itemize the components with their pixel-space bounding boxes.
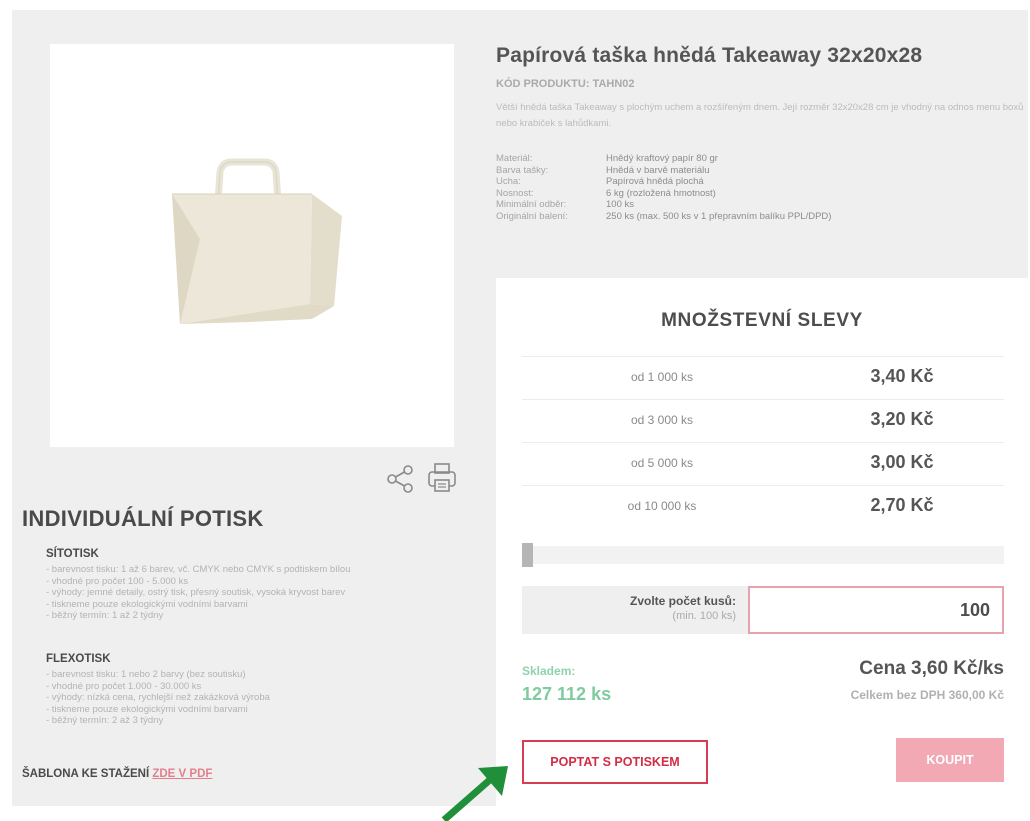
- printer-icon[interactable]: [426, 461, 458, 495]
- quantity-selector: Zvolte počet kusů: (min. 100 ks): [522, 586, 1004, 634]
- method-line: - výhody: jemné detaily, ostrý tisk, pře…: [46, 587, 346, 599]
- buy-button[interactable]: KOUPIT: [896, 738, 1004, 782]
- quantity-slider-handle[interactable]: [522, 543, 533, 567]
- total-price: Celkem bez DPH 360,00 Kč: [850, 688, 1004, 702]
- spec-row: Nosnost: 6 kg (rozložená hmotnost): [496, 188, 831, 200]
- spec-row: Materiál: Hnědý kraftový papír 80 gr: [496, 153, 831, 165]
- quantity-label: Zvolte počet kusů:: [629, 594, 736, 608]
- spec-value: 100 ks: [606, 199, 634, 210]
- method-line: - vhodné pro počet 100 - 5.000 ks: [46, 575, 189, 587]
- quantity-slider[interactable]: [522, 546, 1004, 564]
- quantity-hint: (min. 100 ks): [672, 610, 736, 622]
- product-description: Větší hnědá taška Takeaway s plochým uch…: [496, 102, 1024, 129]
- spec-key: Minimální odběr:: [496, 199, 567, 210]
- method-line: - výhody: nízká cena, rychlejší než zaká…: [46, 692, 270, 704]
- method-line: - tiskneme pouze ekologickými vodními ba…: [46, 598, 248, 610]
- spec-key: Barva tašky:: [496, 164, 549, 176]
- spec-row: Barva tašky: Hnědá v barvě materiálu: [496, 165, 831, 177]
- inquire-with-print-button[interactable]: POPTAT S POTISKEM: [522, 740, 708, 784]
- tier-price: 3,20 Kč: [870, 409, 934, 429]
- spec-key: Nosnost:: [496, 187, 534, 199]
- template-pdf-link[interactable]: ZDE V PDF: [152, 768, 212, 780]
- product-title: Papírová taška hnědá Takeaway 32x20x28: [496, 44, 923, 67]
- spec-key: Originální balení:: [496, 210, 568, 222]
- stock-label: Skladem:: [522, 664, 576, 678]
- spec-row: Ucha: Papírová hnědá plochá: [496, 176, 831, 188]
- tier-quantity: od 3 000 ks: [630, 413, 694, 427]
- spec-value: Hnědá v barvě materiálu: [606, 164, 710, 176]
- spec-value: 6 kg (rozložená hmotnost): [606, 187, 716, 199]
- spec-value: 250 ks (max. 500 ks v 1 přepravním balík…: [606, 210, 832, 222]
- product-image: [50, 44, 454, 447]
- spec-value: Hnědý kraftový papír 80 gr: [606, 153, 718, 164]
- method-line: - běžný termín: 1 až 2 týdny: [46, 610, 164, 622]
- unit-price: Cena 3,60 Kč/ks: [859, 658, 1004, 679]
- method-list-sitotisk: - barevnost tisku: 1 až 6 barev, vč. CMY…: [46, 564, 446, 622]
- method-title-sitotisk: SÍTOTISK: [46, 548, 99, 560]
- discount-tier: od 3 000 ks 3,20 Kč: [522, 399, 1004, 441]
- spec-row: Minimální odběr: 100 ks: [496, 199, 831, 211]
- method-line: - barevnost tisku: 1 až 6 barev, vč. CMY…: [46, 564, 351, 575]
- spec-row: Originální balení: 250 ks (max. 500 ks v …: [496, 211, 831, 223]
- paper-bag-illustration: [172, 158, 342, 324]
- pricing-card: MNOŽSTEVNÍ SLEVY od 1 000 ks 3,40 Kč od …: [496, 278, 1028, 806]
- tier-quantity: od 5 000 ks: [630, 456, 694, 470]
- method-line: - tiskneme pouze ekologickými vodními ba…: [46, 703, 248, 715]
- method-title-flexotisk: FLEXOTISK: [46, 653, 111, 665]
- page-panel: INDIVIDUÁLNÍ POTISK SÍTOTISK - barevnost…: [12, 10, 1028, 806]
- discount-tier: od 10 000 ks 2,70 Kč: [522, 485, 1004, 527]
- method-line: - barevnost tisku: 1 nebo 2 barvy (bez s…: [46, 669, 246, 680]
- potisk-heading: INDIVIDUÁLNÍ POTISK: [22, 506, 264, 531]
- method-line: - běžný termín: 2 až 3 týdny: [46, 715, 164, 727]
- discount-tier: od 5 000 ks 3,00 Kč: [522, 442, 1004, 484]
- template-label: ŠABLONA KE STAŽENÍ: [22, 768, 150, 780]
- spec-key: Ucha:: [496, 176, 521, 187]
- discounts-heading: MNOŽSTEVNÍ SLEVY: [661, 310, 863, 331]
- spec-key: Materiál:: [496, 153, 533, 164]
- tier-quantity: od 10 000 ks: [627, 499, 697, 513]
- spec-value: Papírová hnědá plochá: [606, 176, 704, 187]
- stock-value: 127 112 ks: [522, 684, 612, 704]
- tier-price: 2,70 Kč: [870, 495, 934, 515]
- method-list-flexotisk: - barevnost tisku: 1 nebo 2 barvy (bez s…: [46, 669, 446, 727]
- quantity-input[interactable]: [748, 586, 1004, 634]
- discount-tier: od 1 000 ks 3,40 Kč: [522, 356, 1004, 398]
- product-specs: Materiál: Hnědý kraftový papír 80 gr Barv…: [496, 153, 831, 222]
- tier-price: 3,40 Kč: [870, 366, 934, 386]
- product-code: KÓD PRODUKTU: TAHN02: [496, 78, 635, 90]
- template-download: ŠABLONA KE STAŽENÍ ZDE V PDF: [22, 768, 212, 780]
- share-icon[interactable]: [384, 463, 416, 495]
- tier-quantity: od 1 000 ks: [630, 370, 694, 384]
- arrow-annotation-icon: [441, 766, 508, 821]
- method-line: - vhodné pro počet 1.000 - 30.000 ks: [46, 680, 202, 692]
- tier-price: 3,00 Kč: [870, 452, 934, 472]
